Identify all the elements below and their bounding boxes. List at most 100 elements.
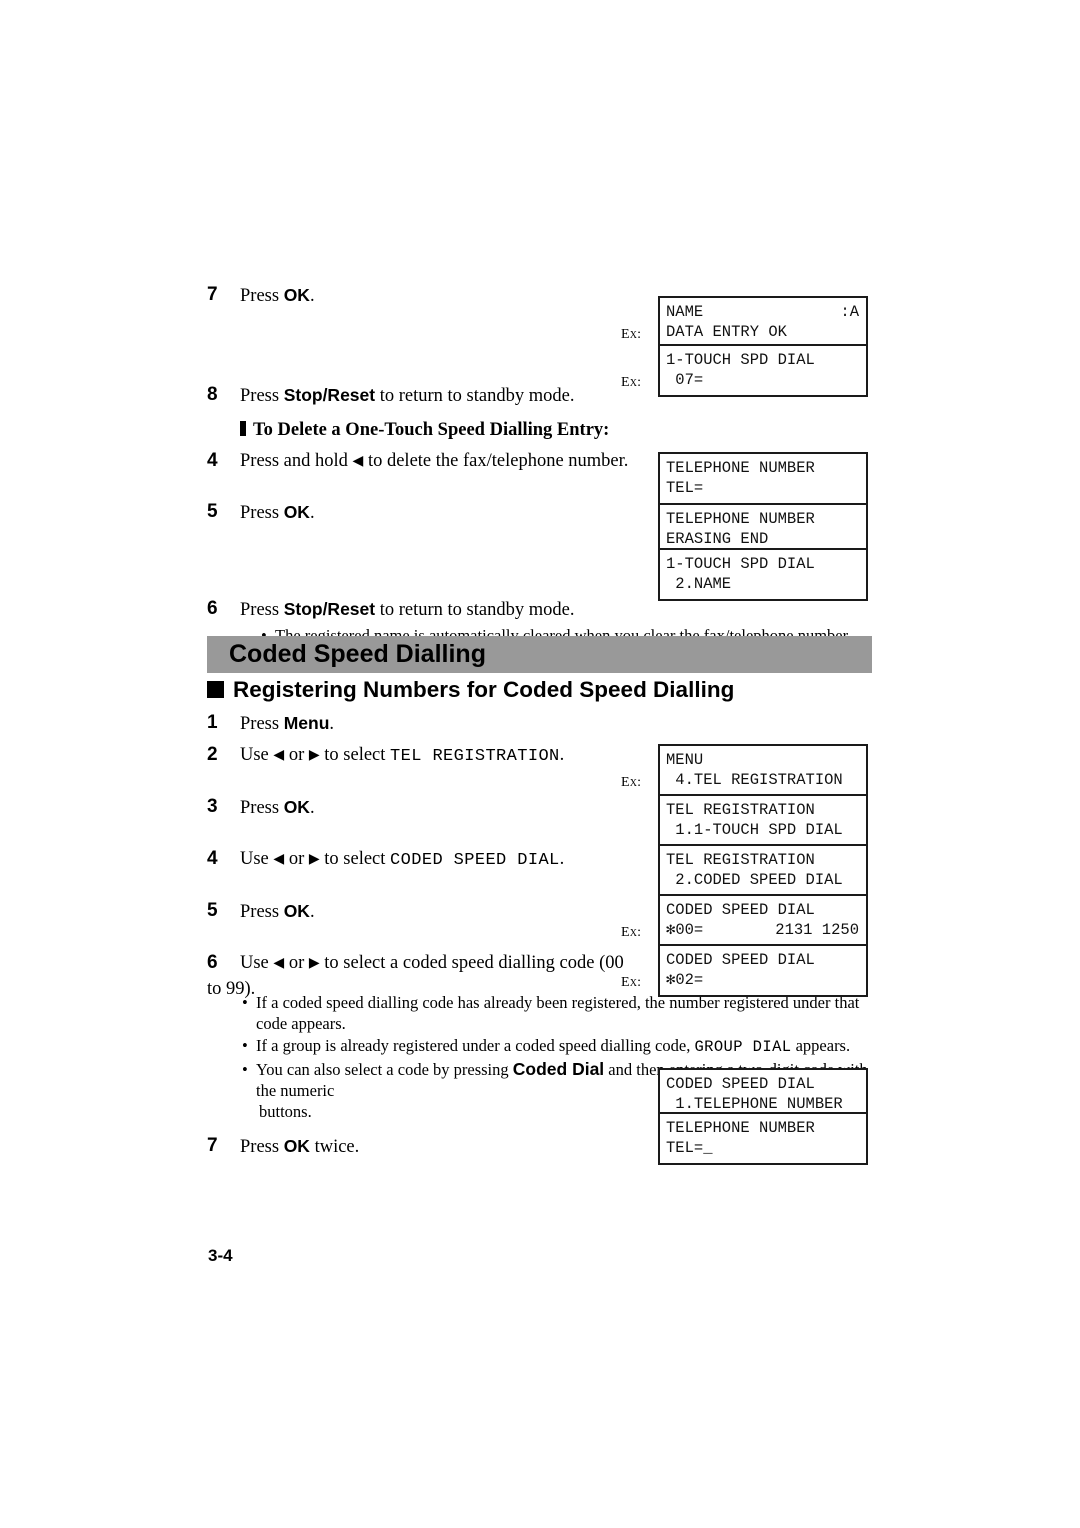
- note-text: If a coded speed dialling code has alrea…: [256, 993, 860, 1033]
- key-label-coded-dial: Coded Dial: [512, 1059, 605, 1079]
- step-text-mid: or: [284, 849, 309, 869]
- step-text-post: .: [309, 286, 315, 306]
- note-text-pre: If a group is already registered under a…: [256, 1036, 695, 1055]
- step-text-post: .: [309, 798, 315, 818]
- subsection-heading: To Delete a One-Touch Speed Dialling Ent…: [240, 420, 887, 441]
- step-text: Press OK.: [240, 797, 315, 818]
- step-text: Press OK.: [240, 901, 315, 922]
- key-label-ok: OK: [283, 502, 310, 522]
- lcd-line: 07=: [666, 371, 704, 389]
- lcd-screen: NAME :A DATA ENTRY OK: [658, 296, 868, 349]
- left-arrow-icon: ◀: [273, 852, 285, 867]
- step-text-post: .: [309, 503, 315, 523]
- step-text-post: .: [309, 902, 315, 922]
- step-text-pre: Press: [240, 798, 284, 818]
- example-label: Ex:: [621, 327, 642, 342]
- lcd-line: 4.TEL REGISTRATION: [666, 771, 843, 789]
- step-text-tail: .: [559, 849, 565, 869]
- step-text-tail: .: [559, 745, 565, 765]
- example-label: Ex:: [621, 375, 642, 390]
- bar-bullet-icon: [240, 421, 246, 436]
- lcd-line: TEL=_: [666, 1139, 713, 1157]
- step-number: 6: [207, 598, 218, 619]
- lcd-screen: CODED SPEED DIAL ✻02=: [658, 944, 868, 997]
- step-text-pre: Press: [240, 1137, 284, 1157]
- step-number: 2: [207, 744, 218, 765]
- lcd-line-left: NAME: [666, 303, 704, 321]
- step-row: 1 Press Menu.: [207, 710, 637, 740]
- lcd-panel: Ex: CODED SPEED DIAL ✻02=: [621, 944, 868, 997]
- step-text-post: to select: [319, 849, 391, 869]
- lcd-reference-text: TEL REGISTRATION: [390, 747, 560, 766]
- step-number: 1: [207, 712, 218, 733]
- lcd-screen: MENU 4.TEL REGISTRATION: [658, 744, 868, 797]
- page-number: 3-4: [208, 1246, 233, 1265]
- square-bullet-icon: [207, 681, 224, 698]
- example-label: Ex:: [621, 975, 642, 990]
- step-text: Use ◀ or ▶ to select TEL REGISTRATION.: [240, 745, 565, 766]
- section-heading: Registering Numbers for Coded Speed Dial…: [207, 676, 734, 704]
- section-heading-label: Registering Numbers for Coded Speed Dial…: [233, 677, 735, 702]
- lcd-line-right: 2131 1250: [775, 921, 859, 939]
- step-text: Press Stop/Reset to return to standby mo…: [240, 385, 575, 406]
- lcd-line: NAME :A: [660, 302, 866, 322]
- lcd-screen: TEL REGISTRATION 2.CODED SPEED DIAL: [658, 844, 868, 897]
- key-label-stop-reset: Stop/Reset: [283, 599, 376, 619]
- subsection-heading-label: To Delete a One-Touch Speed Dialling Ent…: [253, 420, 610, 440]
- note-item: If a coded speed dialling code has alrea…: [240, 992, 887, 1034]
- lcd-panel: TELEPHONE NUMBER TEL=: [658, 452, 868, 505]
- key-label-menu: Menu: [283, 713, 330, 733]
- lcd-screen: CODED SPEED DIAL ✻00= 2131 1250: [658, 894, 868, 947]
- step-text-mid: or: [284, 953, 309, 973]
- step-row: 2 Use ◀ or ▶ to select TEL REGISTRATION.: [207, 742, 637, 772]
- example-label: Ex:: [621, 775, 642, 790]
- lcd-line: TEL=: [666, 479, 704, 497]
- step-text-pre: Use: [240, 849, 274, 869]
- step-text-pre: Press: [240, 386, 284, 406]
- lcd-panel: Ex: NAME :A DATA ENTRY OK: [621, 296, 868, 349]
- right-arrow-icon: ▶: [308, 852, 320, 867]
- note-text-post: appears.: [791, 1036, 851, 1055]
- note-text-pre: You can also select a code by pressing: [256, 1060, 513, 1079]
- lcd-screen: 1-TOUCH SPD DIAL 07=: [658, 344, 868, 397]
- lcd-line: 1-TOUCH SPD DIAL: [666, 555, 815, 573]
- key-label-ok: OK: [283, 1136, 310, 1156]
- lcd-line: TEL REGISTRATION: [666, 801, 815, 819]
- lcd-panel: TELEPHONE NUMBER TEL=_: [658, 1112, 868, 1165]
- lcd-line: 1-TOUCH SPD DIAL: [666, 351, 815, 369]
- lcd-line: TELEPHONE NUMBER: [666, 459, 815, 477]
- step-text: Press Stop/Reset to return to standby mo…: [240, 599, 574, 620]
- step-number: 8: [207, 384, 218, 405]
- step-number: 7: [207, 284, 218, 305]
- step-text-post: .: [329, 714, 335, 734]
- step-text-post: twice.: [309, 1137, 360, 1157]
- step-number: 6: [207, 952, 218, 973]
- lcd-line: TELEPHONE NUMBER: [666, 510, 815, 528]
- key-label-stop-reset: Stop/Reset: [283, 385, 376, 405]
- lcd-panel: Ex: MENU 4.TEL REGISTRATION: [621, 744, 868, 797]
- lcd-screen: TELEPHONE NUMBER TEL=: [658, 452, 868, 505]
- lcd-line: CODED SPEED DIAL: [666, 951, 815, 969]
- step-number: 4: [207, 848, 218, 869]
- key-label-ok: OK: [283, 797, 310, 817]
- step-row: 5 Press OK.: [207, 898, 637, 928]
- step-text: Press and hold ◀ to delete the fax/telep…: [240, 451, 628, 471]
- step-text-pre: Press: [240, 503, 284, 523]
- lcd-panel: 1-TOUCH SPD DIAL 2.NAME: [658, 548, 868, 601]
- step-text-post: to return to standby mode.: [375, 386, 575, 406]
- lcd-reference-text: CODED SPEED DIAL: [390, 851, 560, 870]
- step-text-pre: Press: [240, 600, 284, 620]
- step-text-post: to select: [319, 745, 391, 765]
- step-text-pre: Use: [240, 953, 274, 973]
- step-text-post: to delete the fax/telephone number.: [363, 451, 629, 471]
- step-text: Press OK twice.: [240, 1136, 360, 1157]
- lcd-line: 2.CODED SPEED DIAL: [666, 871, 843, 889]
- right-arrow-icon: ▶: [308, 956, 320, 971]
- step-text: Press OK.: [240, 285, 315, 306]
- section-band: Coded Speed Dialling: [207, 636, 872, 673]
- lcd-line: CODED SPEED DIAL: [666, 1075, 815, 1093]
- step-text-pre: Press: [240, 286, 284, 306]
- left-arrow-icon: ◀: [352, 454, 364, 469]
- lcd-screen: TEL REGISTRATION 1.1-TOUCH SPD DIAL: [658, 794, 868, 847]
- left-arrow-icon: ◀: [273, 748, 285, 763]
